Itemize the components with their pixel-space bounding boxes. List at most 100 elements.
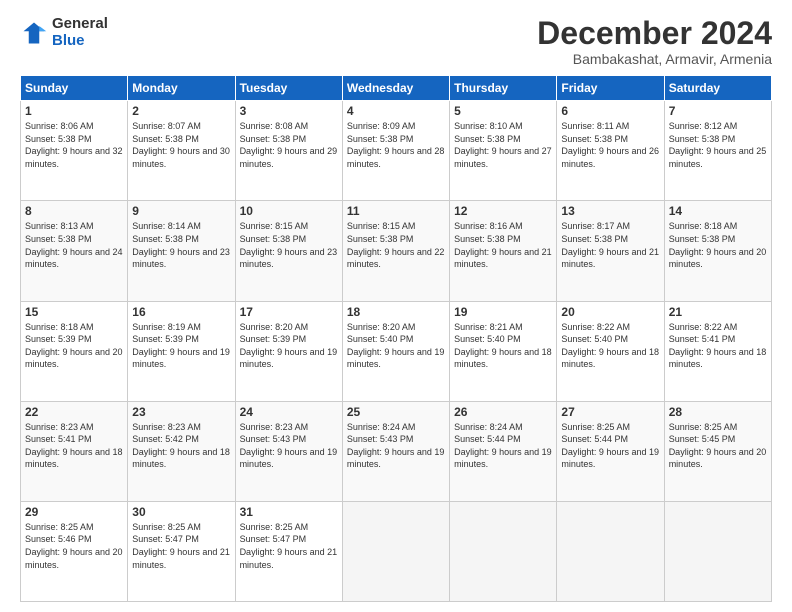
day-cell: 3Sunrise: 8:08 AMSunset: 5:38 PMDaylight…	[235, 101, 342, 201]
day-number: 16	[132, 305, 230, 319]
day-number: 18	[347, 305, 445, 319]
week-row-4: 22 Sunrise: 8:23 AMSunset: 5:41 PMDayligh…	[21, 401, 772, 501]
day-cell: 14 Sunrise: 8:18 AMSunset: 5:38 PMDayligh…	[664, 201, 771, 301]
header-day-sunday: Sunday	[21, 76, 128, 101]
day-info: Sunrise: 8:12 AMSunset: 5:38 PMDaylight:…	[669, 121, 767, 169]
day-number: 23	[132, 405, 230, 419]
day-info: Sunrise: 8:14 AMSunset: 5:38 PMDaylight:…	[132, 221, 230, 269]
day-number: 28	[669, 405, 767, 419]
day-info: Sunrise: 8:06 AMSunset: 5:38 PMDaylight:…	[25, 121, 123, 169]
day-number: 20	[561, 305, 659, 319]
day-cell: 23Sunrise: 8:23 AMSunset: 5:42 PMDayligh…	[128, 401, 235, 501]
day-cell	[557, 501, 664, 601]
day-number: 25	[347, 405, 445, 419]
day-info: Sunrise: 8:09 AMSunset: 5:38 PMDaylight:…	[347, 121, 445, 169]
day-info: Sunrise: 8:15 AMSunset: 5:38 PMDaylight:…	[240, 221, 338, 269]
calendar-body: 1 Sunrise: 8:06 AMSunset: 5:38 PMDaylight…	[21, 101, 772, 602]
day-cell: 21Sunrise: 8:22 AMSunset: 5:41 PMDayligh…	[664, 301, 771, 401]
day-cell: 17 Sunrise: 8:20 AMSunset: 5:39 PMDayligh…	[235, 301, 342, 401]
day-info: Sunrise: 8:15 AMSunset: 5:38 PMDaylight:…	[347, 221, 445, 269]
day-number: 29	[25, 505, 123, 519]
day-cell: 29 Sunrise: 8:25 AMSunset: 5:46 PMDayligh…	[21, 501, 128, 601]
day-info: Sunrise: 8:25 AMSunset: 5:45 PMDaylight:…	[669, 422, 767, 470]
day-number: 5	[454, 104, 552, 118]
day-cell: 28 Sunrise: 8:25 AMSunset: 5:45 PMDayligh…	[664, 401, 771, 501]
day-cell: 24 Sunrise: 8:23 AMSunset: 5:43 PMDayligh…	[235, 401, 342, 501]
day-cell: 25Sunrise: 8:24 AMSunset: 5:43 PMDayligh…	[342, 401, 449, 501]
day-number: 22	[25, 405, 123, 419]
day-info: Sunrise: 8:19 AMSunset: 5:39 PMDaylight:…	[132, 322, 230, 370]
title-block: December 2024 Bambakashat, Armavir, Arme…	[537, 16, 772, 67]
day-info: Sunrise: 8:25 AMSunset: 5:47 PMDaylight:…	[132, 522, 230, 570]
day-cell: 1 Sunrise: 8:06 AMSunset: 5:38 PMDaylight…	[21, 101, 128, 201]
day-info: Sunrise: 8:25 AMSunset: 5:44 PMDaylight:…	[561, 422, 659, 470]
day-info: Sunrise: 8:17 AMSunset: 5:38 PMDaylight:…	[561, 221, 659, 269]
day-cell: 18Sunrise: 8:20 AMSunset: 5:40 PMDayligh…	[342, 301, 449, 401]
day-number: 30	[132, 505, 230, 519]
day-number: 15	[25, 305, 123, 319]
day-cell	[450, 501, 557, 601]
week-row-2: 8 Sunrise: 8:13 AMSunset: 5:38 PMDaylight…	[21, 201, 772, 301]
header-day-thursday: Thursday	[450, 76, 557, 101]
day-info: Sunrise: 8:18 AMSunset: 5:38 PMDaylight:…	[669, 221, 767, 269]
logo-icon	[20, 19, 48, 47]
logo: General Blue	[20, 16, 108, 49]
logo-text: General Blue	[52, 16, 108, 49]
day-number: 19	[454, 305, 552, 319]
day-number: 2	[132, 104, 230, 118]
day-number: 24	[240, 405, 338, 419]
day-cell: 27Sunrise: 8:25 AMSunset: 5:44 PMDayligh…	[557, 401, 664, 501]
day-cell: 11 Sunrise: 8:15 AMSunset: 5:38 PMDayligh…	[342, 201, 449, 301]
day-number: 17	[240, 305, 338, 319]
day-cell: 16 Sunrise: 8:19 AMSunset: 5:39 PMDayligh…	[128, 301, 235, 401]
header-day-wednesday: Wednesday	[342, 76, 449, 101]
header-day-friday: Friday	[557, 76, 664, 101]
day-info: Sunrise: 8:21 AMSunset: 5:40 PMDaylight:…	[454, 322, 552, 370]
day-info: Sunrise: 8:23 AMSunset: 5:43 PMDaylight:…	[240, 422, 338, 470]
day-number: 14	[669, 204, 767, 218]
day-cell: 12 Sunrise: 8:16 AMSunset: 5:38 PMDayligh…	[450, 201, 557, 301]
day-info: Sunrise: 8:11 AMSunset: 5:38 PMDaylight:…	[561, 121, 659, 169]
day-info: Sunrise: 8:08 AMSunset: 5:38 PMDaylight:…	[240, 121, 338, 169]
day-cell: 30 Sunrise: 8:25 AMSunset: 5:47 PMDayligh…	[128, 501, 235, 601]
day-cell: 7 Sunrise: 8:12 AMSunset: 5:38 PMDaylight…	[664, 101, 771, 201]
day-info: Sunrise: 8:22 AMSunset: 5:41 PMDaylight:…	[669, 322, 767, 370]
page: General Blue December 2024 Bambakashat, …	[0, 0, 792, 612]
header-day-tuesday: Tuesday	[235, 76, 342, 101]
day-number: 11	[347, 204, 445, 218]
calendar-header: SundayMondayTuesdayWednesdayThursdayFrid…	[21, 76, 772, 101]
logo-blue-text: Blue	[52, 33, 108, 50]
day-cell	[342, 501, 449, 601]
day-number: 13	[561, 204, 659, 218]
day-number: 12	[454, 204, 552, 218]
day-info: Sunrise: 8:23 AMSunset: 5:41 PMDaylight:…	[25, 422, 123, 470]
day-info: Sunrise: 8:10 AMSunset: 5:38 PMDaylight:…	[454, 121, 552, 169]
header-day-monday: Monday	[128, 76, 235, 101]
day-cell: 31Sunrise: 8:25 AMSunset: 5:47 PMDayligh…	[235, 501, 342, 601]
day-info: Sunrise: 8:13 AMSunset: 5:38 PMDaylight:…	[25, 221, 123, 269]
day-number: 1	[25, 104, 123, 118]
day-info: Sunrise: 8:16 AMSunset: 5:38 PMDaylight:…	[454, 221, 552, 269]
day-cell	[664, 501, 771, 601]
day-number: 26	[454, 405, 552, 419]
week-row-3: 15 Sunrise: 8:18 AMSunset: 5:39 PMDayligh…	[21, 301, 772, 401]
day-info: Sunrise: 8:24 AMSunset: 5:44 PMDaylight:…	[454, 422, 552, 470]
day-cell: 19 Sunrise: 8:21 AMSunset: 5:40 PMDayligh…	[450, 301, 557, 401]
calendar-subtitle: Bambakashat, Armavir, Armenia	[537, 51, 772, 67]
day-info: Sunrise: 8:25 AMSunset: 5:47 PMDaylight:…	[240, 522, 338, 570]
day-cell: 8 Sunrise: 8:13 AMSunset: 5:38 PMDaylight…	[21, 201, 128, 301]
day-info: Sunrise: 8:25 AMSunset: 5:46 PMDaylight:…	[25, 522, 123, 570]
calendar-table: SundayMondayTuesdayWednesdayThursdayFrid…	[20, 75, 772, 602]
day-number: 6	[561, 104, 659, 118]
header-row: SundayMondayTuesdayWednesdayThursdayFrid…	[21, 76, 772, 101]
day-info: Sunrise: 8:20 AMSunset: 5:39 PMDaylight:…	[240, 322, 338, 370]
day-cell: 5 Sunrise: 8:10 AMSunset: 5:38 PMDaylight…	[450, 101, 557, 201]
day-info: Sunrise: 8:18 AMSunset: 5:39 PMDaylight:…	[25, 322, 123, 370]
day-cell: 10Sunrise: 8:15 AMSunset: 5:38 PMDayligh…	[235, 201, 342, 301]
day-number: 8	[25, 204, 123, 218]
day-cell: 6 Sunrise: 8:11 AMSunset: 5:38 PMDaylight…	[557, 101, 664, 201]
day-number: 7	[669, 104, 767, 118]
day-cell: 9Sunrise: 8:14 AMSunset: 5:38 PMDaylight…	[128, 201, 235, 301]
day-cell: 20Sunrise: 8:22 AMSunset: 5:40 PMDayligh…	[557, 301, 664, 401]
day-cell: 22 Sunrise: 8:23 AMSunset: 5:41 PMDayligh…	[21, 401, 128, 501]
